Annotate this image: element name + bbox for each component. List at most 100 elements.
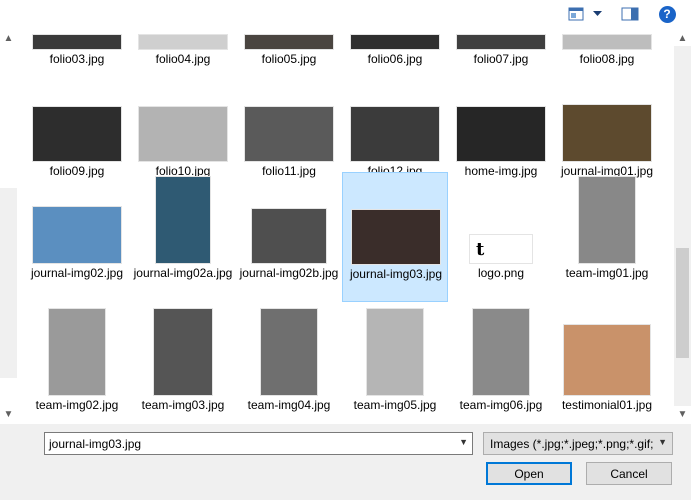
thumbnail-frame [24, 304, 130, 396]
change-view-button[interactable] [568, 4, 584, 24]
file-thumbnail [244, 106, 334, 162]
file-name-label: journal-img03.jpg [349, 267, 443, 281]
thumbnail-frame [24, 172, 130, 264]
scrollbar-thumb[interactable] [676, 248, 689, 358]
file-thumbnail [32, 34, 122, 50]
thumbnail-frame: t [448, 172, 554, 264]
file-name-label: team-img02.jpg [35, 398, 119, 412]
thumbnail-frame [236, 172, 342, 264]
file-list-view[interactable]: ▲ ▼ ▲ ▼ folio03.jpg folio04.jpg folio05.jp… [0, 28, 691, 424]
file-thumbnail [472, 308, 530, 396]
file-thumbnail [155, 176, 211, 264]
thumbnail-frame [236, 304, 342, 396]
left-scrollbar[interactable]: ▲ ▼ [0, 28, 17, 424]
file-thumbnail [351, 209, 441, 265]
thumbnail-frame [448, 304, 554, 396]
logo-glyph: t [476, 238, 485, 260]
thumbnail-frame [236, 28, 342, 50]
file-name-label: folio04.jpg [155, 52, 211, 66]
filename-input[interactable]: journal-img03.jpg ▼ [44, 432, 473, 455]
file-thumbnail [48, 308, 106, 396]
scroll-down-arrow-icon[interactable]: ▼ [0, 406, 17, 422]
file-item[interactable]: journal-img03.jpg [342, 172, 448, 302]
file-item[interactable]: team-img06.jpg [448, 304, 554, 424]
file-type-value: Images (*.jpg;*.jpeg;*.png;*.gif; [490, 436, 654, 451]
file-thumbnail [456, 34, 546, 50]
file-name-label: team-img01.jpg [565, 266, 649, 280]
file-thumbnail [562, 104, 652, 162]
file-thumbnail [456, 106, 546, 162]
thumbnail-frame [343, 173, 449, 265]
file-thumbnail [366, 308, 424, 396]
chevron-down-icon[interactable]: ▼ [459, 437, 468, 447]
file-item[interactable]: team-img04.jpg [236, 304, 342, 424]
file-type-select[interactable]: Images (*.jpg;*.jpeg;*.png;*.gif; ▼ [483, 432, 673, 455]
file-name-label: folio06.jpg [367, 52, 423, 66]
chevron-down-icon [592, 11, 602, 16]
dialog-footer: journal-img03.jpg ▼ Images (*.jpg;*.jpeg… [0, 424, 691, 500]
file-name-label: logo.png [477, 266, 525, 280]
file-item[interactable]: team-img02.jpg [24, 304, 130, 424]
scroll-down-arrow-icon[interactable]: ▼ [674, 406, 691, 422]
chevron-down-icon[interactable]: ▼ [658, 437, 667, 447]
open-button[interactable]: Open [486, 462, 572, 485]
thumbnail-frame [448, 28, 554, 50]
file-item[interactable]: journal-img02b.jpg [236, 172, 342, 302]
file-name-label: team-img05.jpg [353, 398, 437, 412]
thumbnail-frame [342, 304, 448, 396]
preview-pane-icon [621, 7, 639, 21]
thumbnail-frame [236, 70, 342, 162]
thumbnail-frame [554, 304, 660, 396]
file-thumbnail [562, 34, 652, 50]
file-item[interactable]: t logo.png [448, 172, 554, 302]
file-name-label: team-img04.jpg [247, 398, 331, 412]
thumbnail-frame [130, 304, 236, 396]
file-thumbnail [153, 308, 213, 396]
thumbnail-frame [342, 28, 448, 50]
file-item[interactable]: team-img05.jpg [342, 304, 448, 424]
file-name-label: folio03.jpg [49, 52, 105, 66]
file-name-label: folio05.jpg [261, 52, 317, 66]
file-thumbnail [138, 34, 228, 50]
file-item[interactable]: team-img03.jpg [130, 304, 236, 424]
file-name-label: team-img06.jpg [459, 398, 543, 412]
file-name-label: journal-img02a.jpg [133, 266, 233, 280]
thumbnail-frame [24, 28, 130, 50]
cancel-button[interactable]: Cancel [586, 462, 672, 485]
file-thumbnail [578, 176, 636, 264]
file-name-label: journal-img02.jpg [30, 266, 124, 280]
help-icon: ? [658, 5, 676, 23]
file-thumbnail [32, 206, 122, 264]
thumbnail-frame [130, 70, 236, 162]
file-name-label: journal-img02b.jpg [239, 266, 339, 280]
file-item[interactable]: journal-img02.jpg [24, 172, 130, 302]
scroll-up-arrow-icon[interactable]: ▲ [674, 30, 691, 46]
file-thumbnail [251, 208, 327, 264]
vertical-scrollbar[interactable]: ▲ ▼ [674, 28, 691, 424]
file-thumbnail: t [469, 234, 533, 264]
thumbnail-frame [24, 70, 130, 162]
filename-value: journal-img03.jpg [49, 436, 142, 451]
file-thumbnail [32, 106, 122, 162]
view-options-dropdown[interactable] [590, 4, 604, 24]
view-icon [568, 7, 584, 21]
file-thumbnail [350, 34, 440, 50]
file-name-label: folio08.jpg [579, 52, 635, 66]
file-name-label: team-img03.jpg [141, 398, 225, 412]
file-item[interactable]: journal-img02a.jpg [130, 172, 236, 302]
file-item[interactable]: team-img01.jpg [554, 172, 660, 302]
scrollbar-track [0, 188, 17, 378]
scroll-up-arrow-icon[interactable]: ▲ [0, 30, 17, 46]
thumbnail-frame [554, 172, 660, 264]
thumbnail-frame [342, 70, 448, 162]
file-thumbnail [350, 106, 440, 162]
thumbnail-frame [130, 28, 236, 50]
file-name-label: testimonial01.jpg [561, 398, 653, 412]
thumbnail-frame [554, 28, 660, 50]
help-button[interactable]: ? [657, 4, 677, 24]
thumbnail-frame [448, 70, 554, 162]
file-thumbnail [260, 308, 318, 396]
file-item[interactable]: testimonial01.jpg [554, 304, 660, 424]
file-thumbnail [138, 106, 228, 162]
preview-pane-button[interactable] [621, 4, 639, 24]
